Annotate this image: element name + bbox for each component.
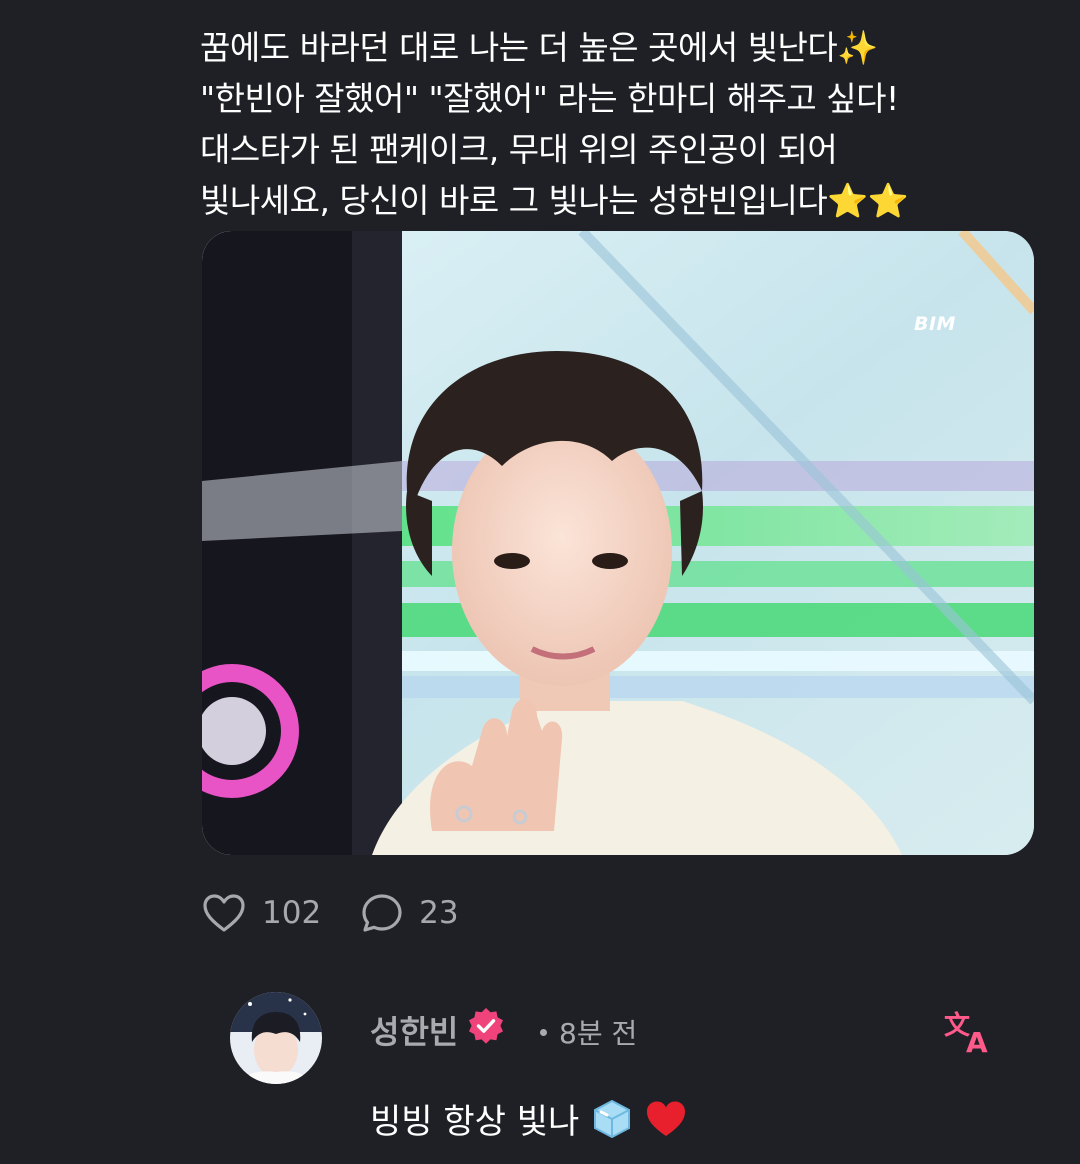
comment-time-text: 8분 전 bbox=[559, 1017, 638, 1050]
post-image[interactable]: BIM bbox=[202, 231, 1034, 855]
post-text-line-2: "한빈아 잘했어" "잘했어" 라는 한마디 해주고 싶다! bbox=[200, 79, 899, 118]
ice-cube-emoji-icon bbox=[591, 1098, 633, 1140]
image-watermark: BIM bbox=[914, 313, 956, 335]
post-photo bbox=[202, 231, 1034, 855]
svg-text:A: A bbox=[966, 1026, 988, 1056]
verified-badge-icon bbox=[466, 1006, 506, 1054]
translate-icon: 文 A bbox=[942, 1010, 998, 1060]
speech-bubble-icon bbox=[361, 893, 403, 933]
post-text-line-3: 대스타가 된 팬케이크, 무대 위의 주인공이 되어 bbox=[200, 130, 838, 169]
comment-count: 23 bbox=[419, 895, 459, 931]
comment-item: 성한빈 8분 전 文 A 빙빙 항상 빛나 bbox=[230, 992, 1030, 1152]
heart-outline-icon bbox=[202, 893, 246, 933]
like-button[interactable]: 102 bbox=[202, 893, 321, 933]
comment-author[interactable]: 성한빈 bbox=[370, 1006, 506, 1054]
post-actions: 102 23 bbox=[202, 888, 499, 938]
comment-button[interactable]: 23 bbox=[361, 893, 459, 933]
red-heart-emoji-icon bbox=[645, 1099, 687, 1139]
post-text-line-1: 꿈에도 바라던 대로 나는 더 높은 곳에서 빛난다✨ bbox=[200, 28, 878, 67]
comment-time: 8분 전 bbox=[540, 1012, 637, 1052]
separator-dot bbox=[540, 1028, 547, 1036]
avatar[interactable] bbox=[230, 992, 322, 1084]
post-text: 꿈에도 바라던 대로 나는 더 높은 곳에서 빛난다✨ "한빈아 잘했어" "잘… bbox=[200, 22, 1060, 226]
comment-author-name: 성한빈 bbox=[370, 1013, 459, 1051]
post-text-line-4: 빛나세요, 당신이 바로 그 빛나는 성한빈입니다⭐⭐ bbox=[200, 181, 909, 220]
comment-text: 빙빙 항상 빛나 bbox=[370, 1094, 687, 1143]
like-count: 102 bbox=[262, 895, 322, 931]
translate-button[interactable]: 文 A bbox=[942, 1006, 998, 1059]
comment-text-content: 빙빙 항상 빛나 bbox=[370, 1102, 580, 1142]
